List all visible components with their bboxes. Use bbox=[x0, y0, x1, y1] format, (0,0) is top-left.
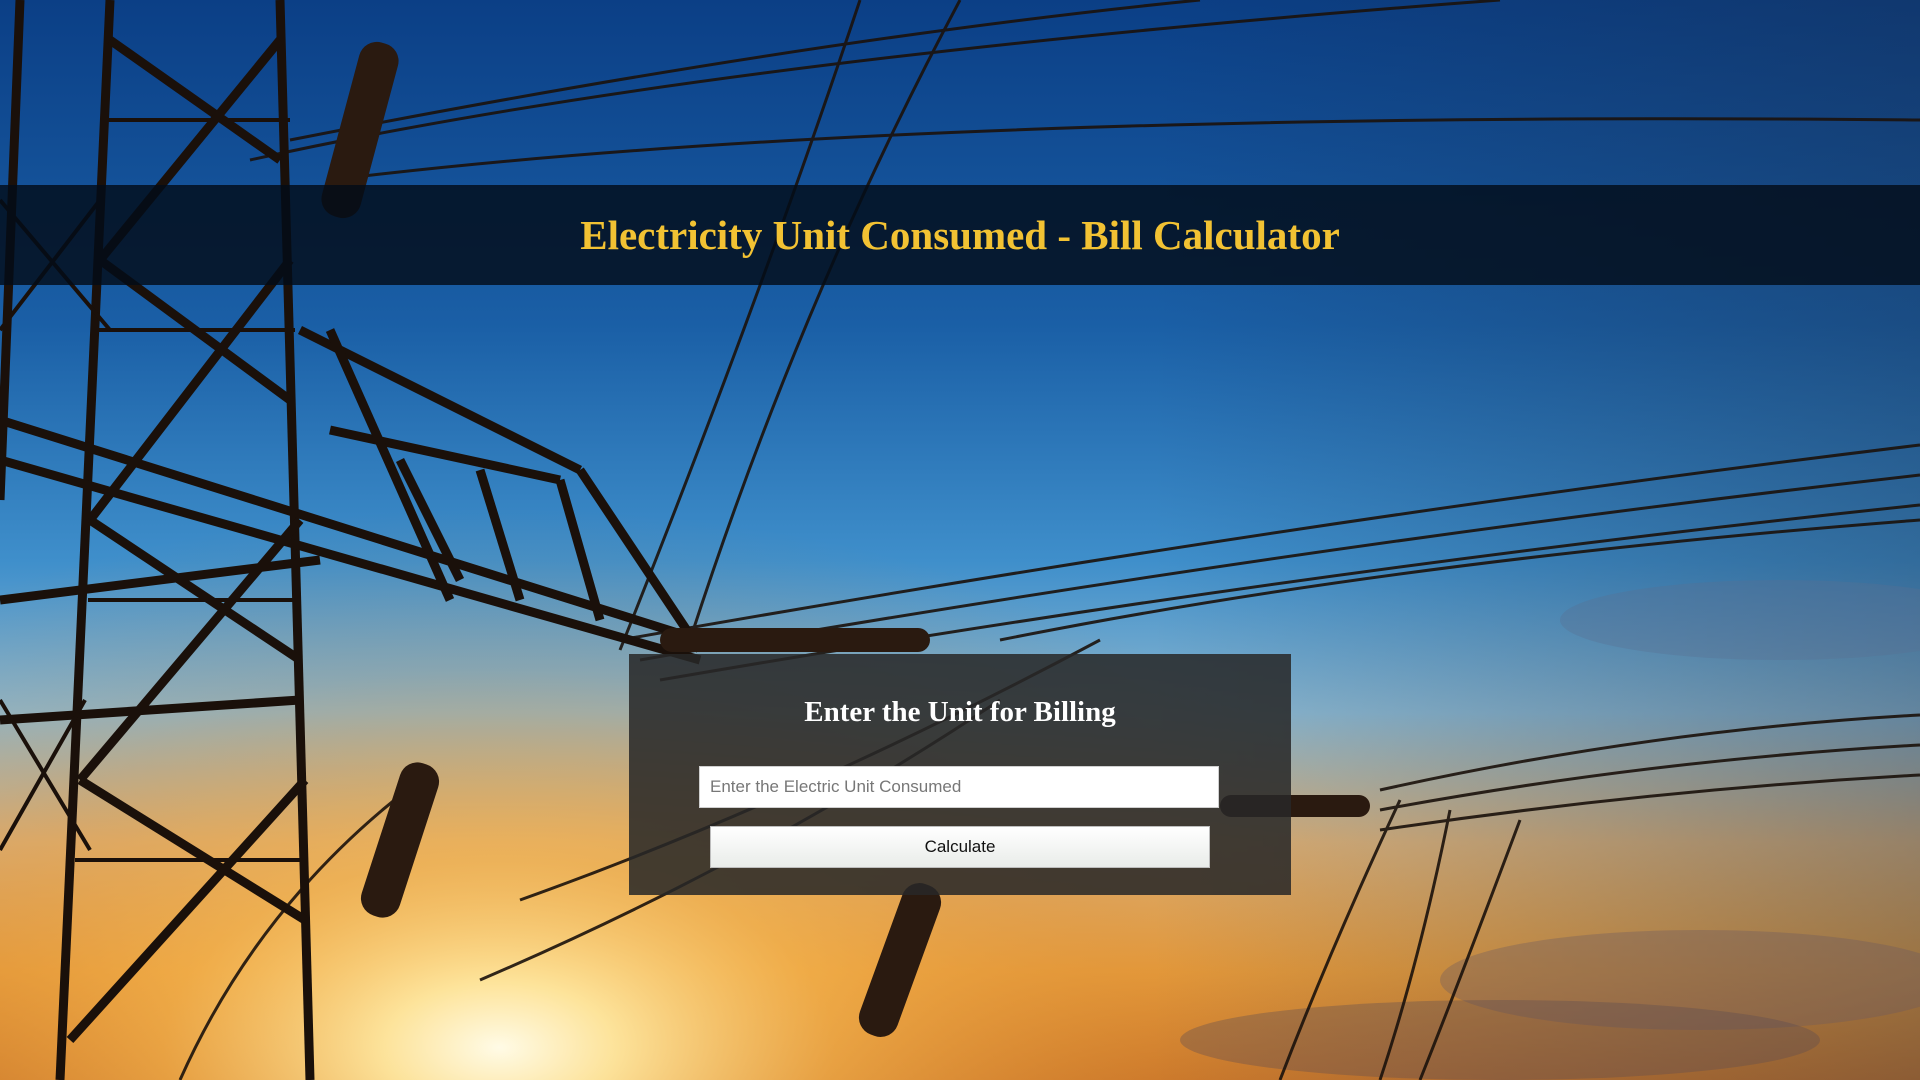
calculate-button[interactable]: Calculate bbox=[710, 826, 1210, 868]
billing-form-panel: Enter the Unit for Billing Calculate bbox=[629, 654, 1291, 895]
unit-input[interactable] bbox=[699, 766, 1219, 808]
form-title: Enter the Unit for Billing bbox=[804, 696, 1116, 728]
page-title: Electricity Unit Consumed - Bill Calcula… bbox=[580, 212, 1340, 258]
background-image bbox=[0, 0, 1920, 1080]
